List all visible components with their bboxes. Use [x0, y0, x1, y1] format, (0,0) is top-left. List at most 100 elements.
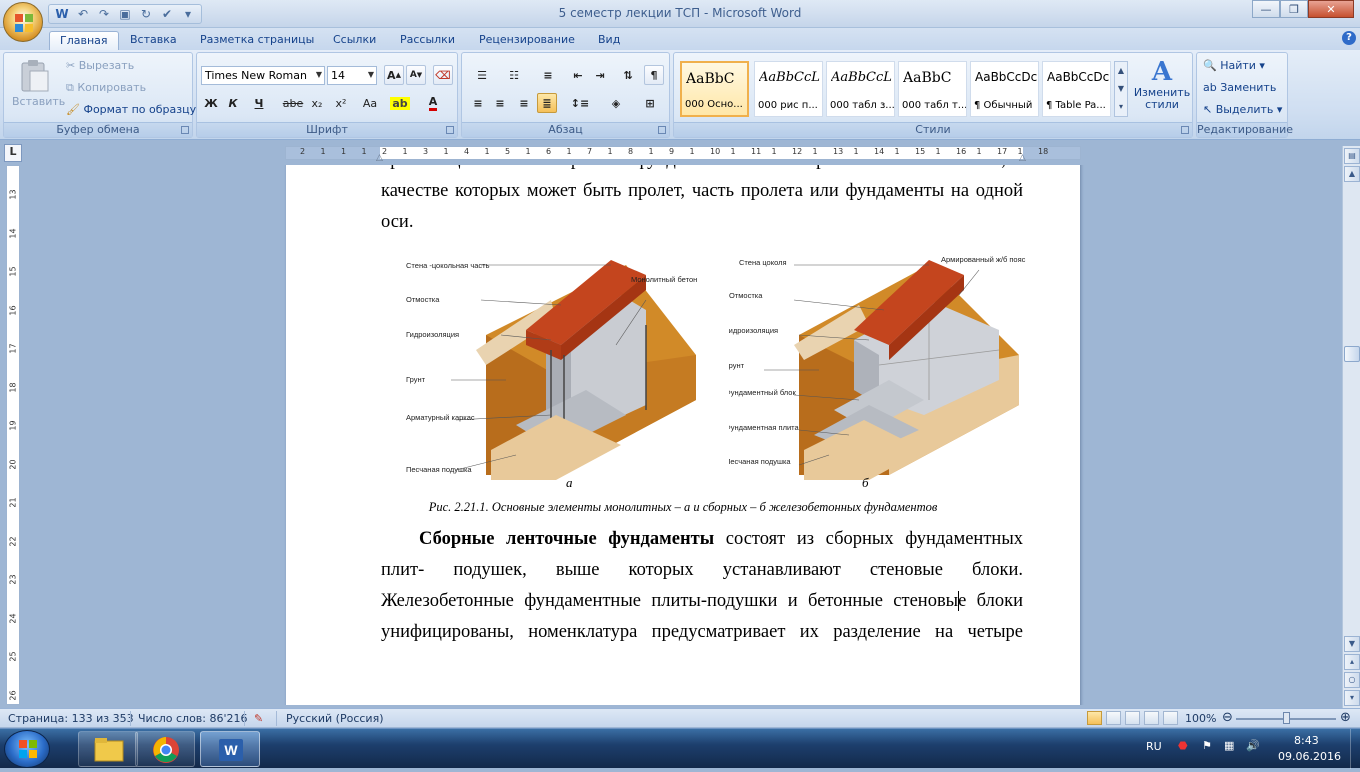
- antivirus-icon[interactable]: ⬣: [1178, 739, 1188, 752]
- change-styles-button[interactable]: A Изменить стили: [1132, 57, 1192, 121]
- sort-button[interactable]: ⇅: [618, 65, 638, 85]
- style-item[interactable]: AaBbCcDc ¶ Обычный: [970, 61, 1039, 117]
- network-icon[interactable]: ▦: [1224, 739, 1234, 752]
- repeat-icon[interactable]: ↻: [137, 6, 155, 22]
- right-indent-marker-icon[interactable]: △: [1019, 153, 1026, 163]
- scroll-down-icon[interactable]: ▼: [1344, 636, 1360, 652]
- minimize-button[interactable]: —: [1252, 0, 1280, 18]
- strikethrough-button[interactable]: abe: [283, 93, 304, 113]
- show-marks-button[interactable]: ¶: [644, 65, 664, 85]
- horizontal-ruler[interactable]: 2 1 1 1 2 1 3 1 4 1 5 1 6 1 7 1 8 1 9 1 10 1 11 1 12 1 13 1 14 1 15 1 16…: [285, 146, 1081, 163]
- scroll-up-icon[interactable]: ▲: [1344, 166, 1360, 182]
- document-page[interactable]: организации поточной работы фундаменты и…: [286, 165, 1080, 705]
- paragraph-launcher[interactable]: [658, 126, 666, 134]
- chrome-taskbar-button[interactable]: [135, 731, 195, 767]
- print-layout-view-icon[interactable]: [1087, 711, 1102, 725]
- font-launcher[interactable]: [446, 126, 454, 134]
- borders-button[interactable]: ⊞: [636, 93, 664, 113]
- customize-qat-icon[interactable]: ▾: [179, 6, 197, 22]
- styles-scroll[interactable]: ▲ ▼ ▾: [1114, 61, 1128, 117]
- tab-stop-selector[interactable]: L: [4, 144, 22, 162]
- align-left-button[interactable]: ≡: [468, 93, 488, 113]
- next-page-icon[interactable]: ▾: [1344, 690, 1360, 706]
- decrease-indent-button[interactable]: ⇤: [568, 65, 588, 85]
- show-desktop-button[interactable]: [1350, 729, 1360, 769]
- align-right-button[interactable]: ≡: [514, 93, 534, 113]
- replace-button[interactable]: ab Заменить: [1203, 81, 1276, 94]
- scroll-thumb[interactable]: [1344, 346, 1360, 362]
- zoom-slider-thumb[interactable]: [1283, 712, 1290, 724]
- format-painter-button[interactable]: 🖌 Формат по образцу: [66, 103, 196, 116]
- close-button[interactable]: ✕: [1308, 0, 1354, 18]
- highlight-button[interactable]: ab: [390, 93, 410, 113]
- outline-view-icon[interactable]: [1144, 711, 1159, 725]
- tab-home[interactable]: Главная: [49, 31, 119, 50]
- language[interactable]: Русский (Россия): [286, 712, 384, 725]
- restore-button[interactable]: ❐: [1280, 0, 1308, 18]
- clear-format-button[interactable]: ⌫: [433, 65, 453, 85]
- copy-button[interactable]: ⧉ Копировать: [66, 81, 146, 95]
- browse-object-icon[interactable]: ○: [1344, 672, 1360, 688]
- document-area[interactable]: организации поточной работы фундаменты и…: [22, 165, 1340, 705]
- italic-button[interactable]: К: [223, 93, 243, 113]
- style-item[interactable]: AaBbCcL 000 табл з...: [826, 61, 895, 117]
- find-button[interactable]: 🔍 Найти ▾: [1203, 59, 1265, 72]
- volume-icon[interactable]: 🔊: [1246, 739, 1260, 752]
- zoom-out-icon[interactable]: ⊖: [1222, 710, 1233, 725]
- line-spacing-button[interactable]: ↕≡: [566, 93, 594, 113]
- undo-icon[interactable]: ↶: [74, 6, 92, 22]
- multilevel-list-button[interactable]: ≡: [534, 65, 562, 85]
- web-layout-icon[interactable]: [1125, 711, 1140, 725]
- save-icon[interactable]: ▣: [116, 6, 134, 22]
- shading-button[interactable]: ◈: [600, 93, 632, 113]
- action-center-icon[interactable]: ⚑: [1202, 739, 1212, 752]
- tab-insert[interactable]: Вставка: [120, 31, 187, 50]
- styles-launcher[interactable]: [1181, 126, 1189, 134]
- subscript-button[interactable]: x₂: [307, 93, 327, 113]
- help-icon[interactable]: ?: [1342, 31, 1356, 45]
- bullets-button[interactable]: ☰: [468, 65, 496, 85]
- word-taskbar-button[interactable]: W: [200, 731, 260, 767]
- tab-mailings[interactable]: Рассылки: [390, 31, 465, 50]
- font-color-button[interactable]: A: [423, 93, 443, 113]
- zoom-level[interactable]: 100%: [1185, 712, 1216, 725]
- change-case-button[interactable]: Aa: [357, 93, 383, 113]
- cut-button[interactable]: ✂ Вырезать: [66, 59, 134, 72]
- font-name-combo[interactable]: Times New Roman ▼: [201, 66, 325, 85]
- indent-marker-icon[interactable]: △: [376, 153, 383, 163]
- tab-page-layout[interactable]: Разметка страницы: [190, 31, 324, 50]
- tab-review[interactable]: Рецензирование: [469, 31, 585, 50]
- redo-icon[interactable]: ↷: [95, 6, 113, 22]
- start-button[interactable]: [4, 730, 50, 768]
- office-button[interactable]: [3, 2, 43, 42]
- style-item[interactable]: AaBbCcDc ¶ Table Pa...: [1042, 61, 1111, 117]
- increase-indent-button[interactable]: ⇥: [590, 65, 610, 85]
- style-item[interactable]: AaBbC 000 табл т...: [898, 61, 967, 117]
- explorer-taskbar-button[interactable]: [78, 731, 138, 767]
- zoom-in-icon[interactable]: ⊕: [1340, 710, 1351, 725]
- shrink-font-button[interactable]: A ▼: [406, 65, 426, 85]
- check-icon[interactable]: ✔: [158, 6, 176, 22]
- clock-date[interactable]: 09.06.2016: [1278, 750, 1341, 763]
- numbering-button[interactable]: ☷: [500, 65, 528, 85]
- font-size-combo[interactable]: 14 ▼: [327, 66, 377, 85]
- align-center-button[interactable]: ≡: [490, 93, 510, 113]
- paste-button[interactable]: Вставить: [12, 57, 65, 108]
- ruler-toggle-icon[interactable]: ▤: [1344, 148, 1360, 164]
- select-button[interactable]: ↖ Выделить ▾: [1203, 103, 1282, 116]
- page-count[interactable]: Страница: 133 из 353: [8, 712, 134, 725]
- previous-page-icon[interactable]: ▴: [1344, 654, 1360, 670]
- clipboard-launcher[interactable]: [181, 126, 189, 134]
- bold-button[interactable]: Ж: [201, 93, 221, 113]
- justify-button[interactable]: ≣: [537, 93, 557, 113]
- underline-button[interactable]: Ч: [249, 93, 269, 113]
- tab-view[interactable]: Вид: [588, 31, 630, 50]
- word-count[interactable]: Число слов: 86'216: [138, 712, 248, 725]
- spellcheck-icon[interactable]: ✎: [254, 712, 263, 725]
- tab-references[interactable]: Ссылки: [323, 31, 386, 50]
- vertical-scrollbar[interactable]: ▤ ▲ ▼ ▴ ○ ▾: [1342, 146, 1360, 708]
- style-item[interactable]: AaBbCcL 000 рис п...: [754, 61, 823, 117]
- grow-font-button[interactable]: A ▲: [384, 65, 404, 85]
- language-indicator[interactable]: RU: [1146, 740, 1162, 753]
- clock-time[interactable]: 8:43: [1294, 734, 1319, 747]
